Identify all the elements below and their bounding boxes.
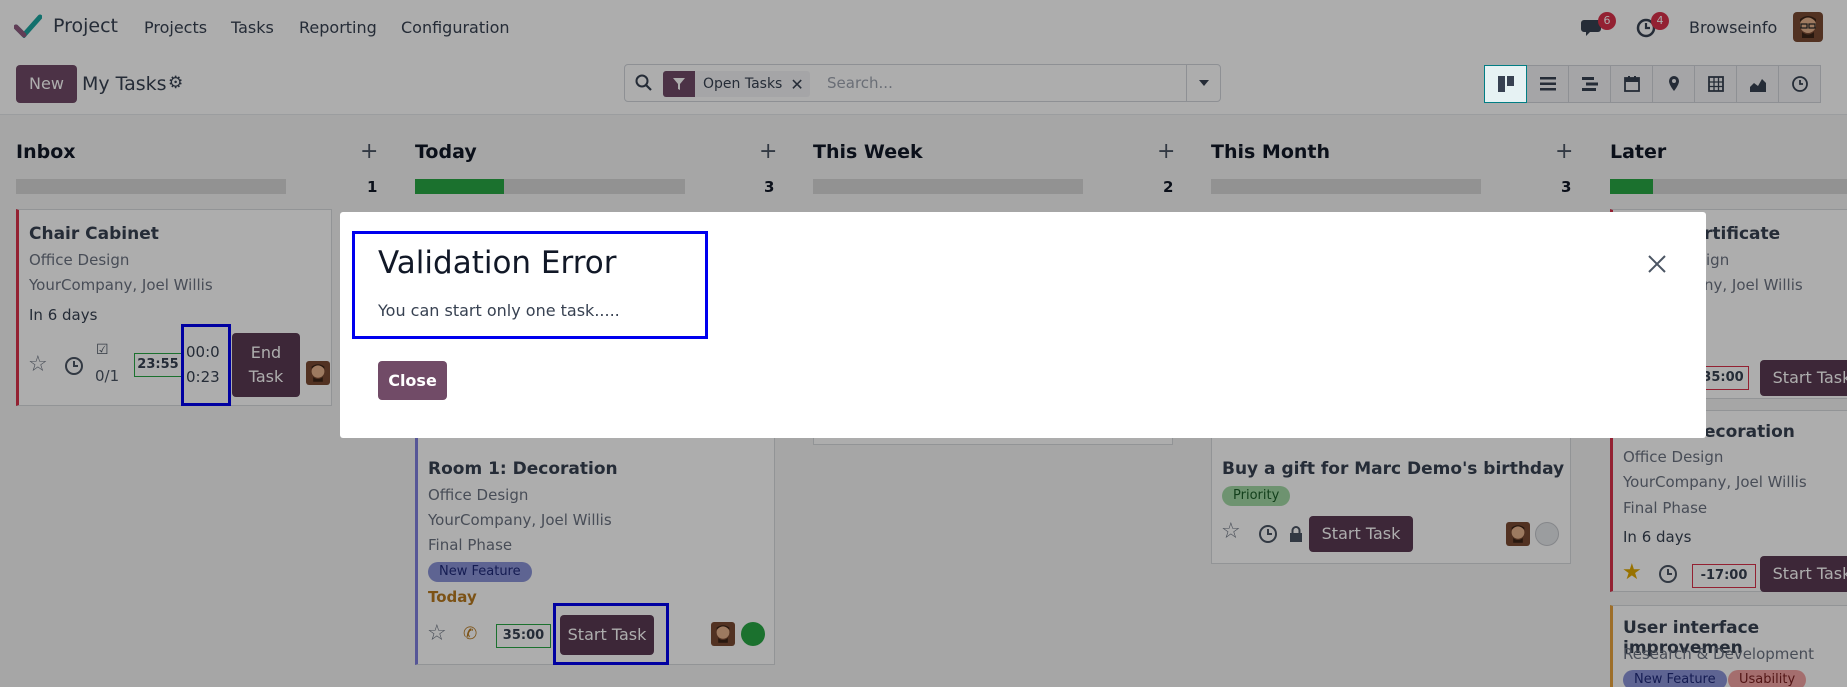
highlight-error-message bbox=[352, 231, 708, 339]
close-icon[interactable] bbox=[1645, 252, 1669, 276]
kanban-icon bbox=[1497, 76, 1514, 92]
kanban-view-button[interactable] bbox=[1484, 65, 1527, 103]
close-button[interactable]: Close bbox=[378, 361, 447, 400]
